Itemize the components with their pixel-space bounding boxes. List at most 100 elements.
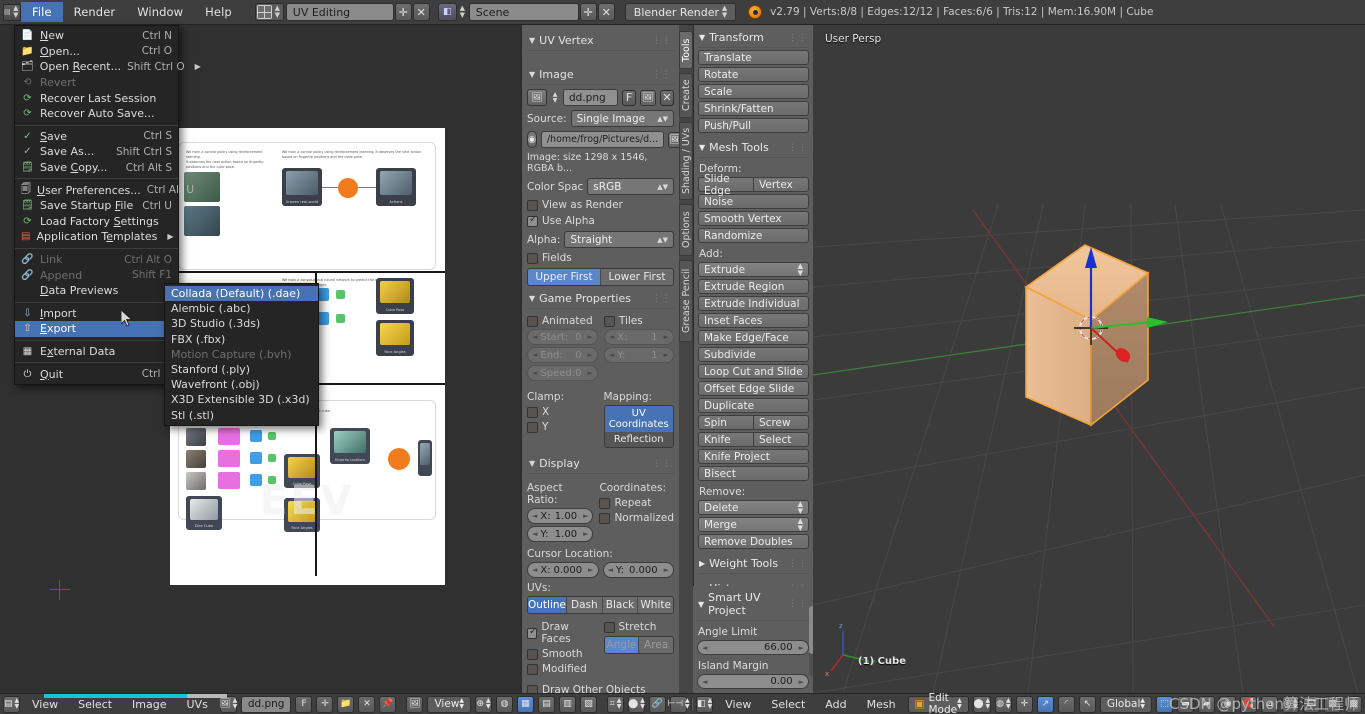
field-order-segmented[interactable]: Upper First Lower First (527, 268, 674, 286)
uv-open-image-button[interactable]: 📁 (337, 695, 355, 713)
animated-row[interactable]: Animated (527, 315, 598, 327)
menu-item-recover-auto-save[interactable]: ⟳ Recover Auto Save... (15, 106, 178, 122)
fields-row[interactable]: Fields (527, 252, 674, 264)
viewport-shading-icon[interactable]: ⬤ ▲ ▼ (972, 695, 991, 713)
use-alpha-checkbox[interactable] (527, 214, 538, 227)
cursor-x-field[interactable]: ◄ X: 0.000 ► (527, 562, 599, 578)
file-menu-dropdown[interactable]: 📄 New Ctrl N 📁 Open... Ctrl O 🗂 Open Rec… (14, 25, 201, 385)
clamp-x-row[interactable]: X (527, 406, 598, 418)
menu-item-recover-last-session[interactable]: ⟳ Recover Last Session (15, 90, 178, 106)
uvs-dash-option[interactable]: Dash (567, 597, 603, 613)
tool-remove-doubles[interactable]: Remove Doubles (698, 534, 809, 549)
aspect-y-field[interactable]: ◄ Y: 1.00 ► (527, 526, 594, 542)
export-submenu[interactable]: Collada (Default) (.dae) Alembic (.abc) … (164, 283, 319, 426)
normalized-row[interactable]: Normalized (599, 512, 674, 524)
uv-pivot-dropdown[interactable]: View ▲ ▼ (427, 695, 472, 713)
tool-slide-edge[interactable]: Slide Edge (698, 173, 753, 197)
translate-manipulator-icon[interactable]: ✛ (1015, 695, 1033, 713)
uv-select-edge-icon[interactable]: ▤ (538, 695, 556, 713)
interaction-mode-dropdown[interactable]: ▣ Edit Mode ▲ ▼ (907, 692, 969, 714)
uv-new-image-button[interactable]: ✛ (316, 695, 334, 713)
uv-proportional-edit-icon[interactable]: ⊢⊣ ▲ ▼ (667, 695, 690, 713)
smart-uv-project-panel[interactable]: ▼ Smart UV Project ⋮⋮ Angle Limit ◄ 66.0… (693, 586, 815, 693)
image-filepath-field[interactable]: /home/frog/Pictures/d... (540, 131, 665, 148)
uv-properties-sidebar[interactable]: ▼ UV Vertex ⋮⋮ ▼ Image ⋮⋮ 🖼 ▲ ▼ dd.png F … (521, 25, 679, 693)
uv-menu-uvs[interactable]: UVs (179, 696, 216, 713)
mapping-uv-coordinates[interactable]: UV Coordinates (604, 406, 673, 432)
export-item-stanford-ply[interactable]: Stanford (.ply) (165, 362, 318, 377)
image-name-field[interactable]: dd.png (563, 89, 618, 106)
tool-duplicate[interactable]: Duplicate (698, 398, 809, 413)
tool-shrink-fatten[interactable]: Shrink/Fatten (698, 101, 809, 116)
stretch-angle-option[interactable]: Angle (604, 637, 640, 653)
new-image-button[interactable]: 🖼 (640, 89, 656, 106)
render-engine-selector[interactable]: Blender Render ▲ ▼ (624, 3, 737, 21)
menu-item-save-copy[interactable]: 🗒 Save Copy... Ctrl Alt S (15, 160, 178, 176)
stretch-checkbox[interactable] (603, 621, 615, 633)
view-as-render-checkbox[interactable] (527, 199, 538, 211)
export-item-stl[interactable]: Stl (.stl) (165, 408, 318, 423)
modified-row[interactable]: Modified (527, 663, 598, 675)
add-screen-layout-button[interactable]: ✛ (394, 3, 412, 21)
uvs-black-option[interactable]: Black (602, 597, 639, 613)
tool-knife-select[interactable]: Select (753, 432, 809, 447)
alpha-dropdown[interactable]: Straight ▲▼ (564, 231, 674, 248)
tool-bisect[interactable]: Bisect (698, 466, 809, 481)
uv-sticky-mode-icon[interactable]: ⬤ ▲ ▼ (628, 695, 646, 713)
menu-item-load-factory-settings[interactable]: ⟳ Load Factory Settings (15, 214, 178, 230)
panel-header-image[interactable]: ▼ Image ⋮⋮ (527, 65, 674, 85)
menu-file[interactable]: File (21, 2, 63, 22)
angle-limit-field[interactable]: ◄ 66.00 ► (697, 640, 809, 655)
uv-pivot-icon[interactable]: 🖼 (406, 695, 424, 713)
speed-row[interactable]: ◄ Speed: 0 ► (527, 365, 598, 381)
modified-checkbox[interactable] (527, 663, 538, 675)
panel-header-display[interactable]: ▼ Display ⋮⋮ (527, 454, 674, 474)
field-order-lower-first[interactable]: Lower First (601, 269, 673, 285)
speed-field[interactable]: ◄ Speed: 0 ► (527, 365, 598, 381)
menu-item-export[interactable]: ⇧ Export ▶ (15, 321, 178, 337)
scene-name-field[interactable]: Scene (468, 3, 579, 21)
start-frame-field[interactable]: ◄ Start: 0 ► (527, 329, 598, 345)
tool-noise[interactable]: Noise (698, 194, 809, 209)
screen-layout-icon[interactable]: ▲ ▼ (254, 3, 284, 21)
uv-unlink-image-button[interactable]: ✕ (358, 695, 376, 713)
tiles-row[interactable]: Tiles (603, 315, 674, 327)
panel-header-game-properties[interactable]: ▼ Game Properties ⋮⋮ (527, 289, 674, 309)
menu-item-new[interactable]: 📄 New Ctrl N (15, 28, 178, 44)
repeat-checkbox[interactable] (599, 497, 611, 509)
export-item-3d-studio[interactable]: 3D Studio (.3ds) (165, 316, 318, 331)
image-browse-arrows[interactable]: ▲ ▼ (551, 91, 559, 104)
uv-select-vertex-icon[interactable]: ▦ (517, 695, 535, 713)
use-alpha-row[interactable]: Use Alpha (527, 214, 674, 227)
clamp-y-row[interactable]: Y (527, 421, 598, 433)
uv-fake-user-button[interactable]: F (295, 695, 313, 713)
3d-viewport[interactable]: z y x User Persp (1) Cube (813, 25, 1365, 693)
menu-item-application-templates[interactable]: ▤ Application Templates ▶ (15, 229, 178, 245)
3d-menu-select[interactable]: Select (763, 696, 813, 713)
tool-screw[interactable]: Screw (753, 415, 809, 430)
3d-menu-mesh[interactable]: Mesh (859, 696, 904, 713)
tab-options[interactable]: Options (679, 204, 693, 256)
panel-header-smart-uv[interactable]: ▼ Smart UV Project ⋮⋮ (697, 588, 809, 621)
tool-loop-cut-and-slide[interactable]: Loop Cut and Slide (698, 364, 809, 379)
menu-item-save[interactable]: ✓ Save Ctrl S (15, 129, 178, 145)
tool-rotate[interactable]: Rotate (698, 67, 809, 82)
tiles-x-field[interactable]: ◄ X: 1 ► (603, 329, 674, 345)
uvs-outline-option[interactable]: Outline (528, 597, 567, 613)
pivot-point-icon[interactable]: ◍ ▲ ▼ (994, 695, 1012, 713)
rotate-manipulator-icon[interactable]: ↗ (1036, 695, 1054, 713)
fields-checkbox[interactable] (527, 252, 538, 264)
uv-menu-image[interactable]: Image (124, 696, 174, 713)
export-item-fbx[interactable]: FBX (.fbx) (165, 332, 318, 347)
view-as-render-row[interactable]: View as Render (527, 199, 674, 211)
tool-spin[interactable]: Spin (698, 415, 753, 430)
uv-image-name-field[interactable]: dd.png (240, 695, 292, 713)
tiles-x-row[interactable]: ◄ X: 1 ► (603, 329, 674, 345)
tool-randomize[interactable]: Randomize (698, 228, 809, 243)
uv-pin-button[interactable]: 📌 (379, 695, 397, 713)
3d-menu-add[interactable]: Add (817, 696, 854, 713)
draw-other-objects-checkbox[interactable] (527, 684, 538, 693)
scene-browse-arrows[interactable]: ▲ ▼ (458, 5, 467, 19)
tool-inset-faces[interactable]: Inset Faces (698, 313, 809, 328)
uv-image-browse-icon[interactable]: 🖼 ▲ ▼ (219, 695, 237, 713)
